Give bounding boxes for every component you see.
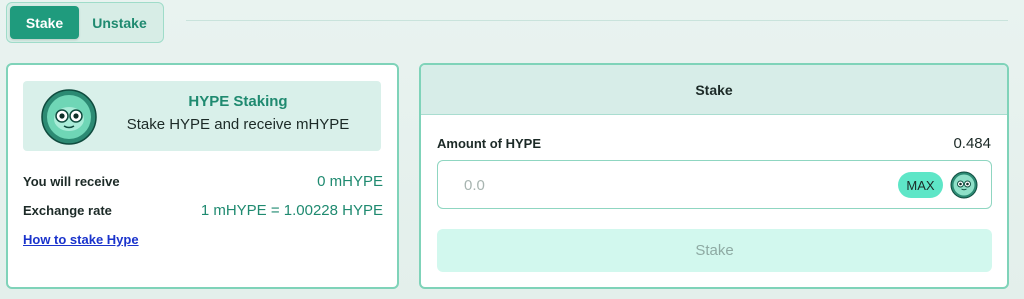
amount-field: MAX bbox=[437, 160, 992, 209]
banner-subtitle: Stake HYPE and receive mHYPE bbox=[126, 116, 350, 133]
receive-row: You will receive 0 mHYPE bbox=[23, 173, 383, 190]
hype-balance: 0.484 bbox=[953, 135, 991, 152]
tabs-divider bbox=[186, 20, 1008, 21]
amount-label: Amount of HYPE bbox=[437, 136, 541, 151]
max-button[interactable]: MAX bbox=[898, 172, 943, 198]
amount-input[interactable] bbox=[464, 173, 864, 197]
stake-submit-button[interactable]: Stake bbox=[437, 229, 992, 272]
how-to-stake-link[interactable]: How to stake Hype bbox=[23, 232, 139, 247]
banner-title: HYPE Staking bbox=[188, 93, 288, 110]
staking-banner: HYPE Staking Stake HYPE and receive mHYP… bbox=[23, 81, 381, 151]
tab-unstake[interactable]: Unstake bbox=[79, 6, 160, 39]
staking-info-card: HYPE Staking Stake HYPE and receive mHYP… bbox=[6, 63, 399, 289]
receive-label: You will receive bbox=[23, 174, 120, 189]
exchange-rate-row: Exchange rate 1 mHYPE = 1.00228 HYPE bbox=[23, 202, 383, 219]
stake-mode-tabs: Stake Unstake bbox=[6, 2, 164, 43]
stake-form-card: Stake Amount of HYPE 0.484 MAX Stake bbox=[419, 63, 1009, 289]
receive-value: 0 mHYPE bbox=[317, 173, 383, 190]
hype-token-icon bbox=[950, 171, 978, 204]
exchange-rate-value: 1 mHYPE = 1.00228 HYPE bbox=[200, 202, 383, 219]
stake-form-header: Stake bbox=[421, 65, 1007, 115]
hype-mascot-icon bbox=[41, 89, 97, 150]
tab-stake[interactable]: Stake bbox=[10, 6, 79, 39]
exchange-rate-label: Exchange rate bbox=[23, 203, 112, 218]
